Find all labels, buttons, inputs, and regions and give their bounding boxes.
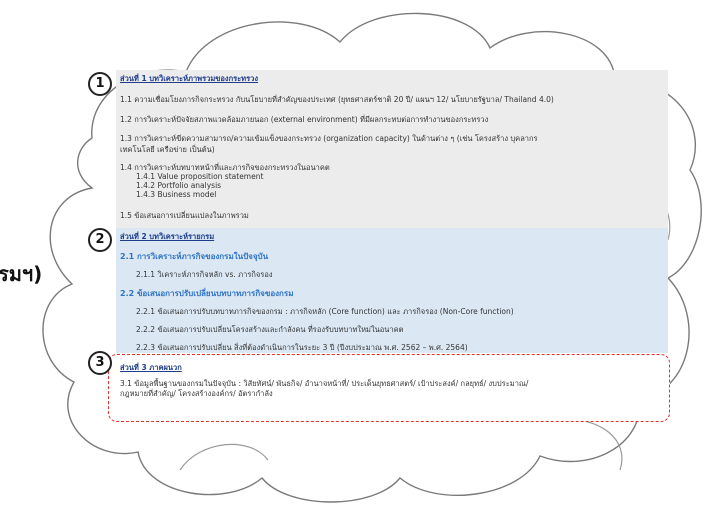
part1-item: เทคโนโลยี เครือข่าย เป็นต้น) bbox=[120, 145, 215, 154]
part1-subitem: 1.4.1 Value proposition statement bbox=[136, 172, 264, 181]
part1-header: ส่วนที่ 1 บทวิเคราะห์ภาพรวมของกระทรวง bbox=[120, 74, 259, 83]
part1-item: 1.5 ข้อเสนอการเปลี่ยนแปลงในภาพรวม bbox=[120, 211, 249, 220]
part1-subitem: 1.4.3 Business model bbox=[136, 190, 217, 199]
part3-header: ส่วนที่ 3 ภาคผนวก bbox=[120, 363, 182, 372]
part2-header: ส่วนที่ 2 บทวิเคราะห์รายกรม bbox=[120, 232, 215, 241]
section-marker-1: 1 bbox=[88, 72, 112, 96]
section-marker-3: 3 bbox=[88, 351, 112, 375]
part1-subitem: 1.4.2 Portfolio analysis bbox=[136, 181, 222, 190]
part2-sub1-item: 2.1.1 วิเคราะห์ภารกิจหลัก vs. ภารกิจรอง bbox=[136, 270, 273, 279]
part1-item: 1.1 ความเชื่อมโยงภารกิจกระทรวง กับนโยบาย… bbox=[120, 95, 554, 104]
content-card: ส่วนที่ 1 บทวิเคราะห์ภาพรวมของกระทรวง 1.… bbox=[108, 70, 670, 425]
part3-item: กฎหมายที่สำคัญ/ โครงสร้างองค์กร/ อัตรากำ… bbox=[120, 389, 273, 398]
part2-sub2-item: 2.2.3 ข้อเสนอการปรับเปลี่ยน สิ่งที่ต้องด… bbox=[136, 343, 468, 352]
part2-sub2-item: 2.2.1 ข้อเสนอการปรับบทบาทภารกิจของกรม : … bbox=[136, 307, 514, 316]
part1-item: 1.2 การวิเคราะห์ปัจจัยสภาพแวดล้อมภายนอก … bbox=[120, 115, 489, 124]
cut-off-heading-fragment: รมฯ) bbox=[0, 262, 43, 286]
part2-sub2-item: 2.2.2 ข้อเสนอการปรับเปลี่ยนโครงสร้างและก… bbox=[136, 325, 404, 334]
part2-sub1-heading: 2.1 การวิเคราะห์ภารกิจของกรมในปัจจุบัน bbox=[120, 252, 269, 261]
section-marker-2: 2 bbox=[88, 228, 112, 252]
part2-sub2-heading: 2.2 ข้อเสนอการปรับเปลี่ยนบทบาทภารกิจของก… bbox=[120, 289, 294, 298]
